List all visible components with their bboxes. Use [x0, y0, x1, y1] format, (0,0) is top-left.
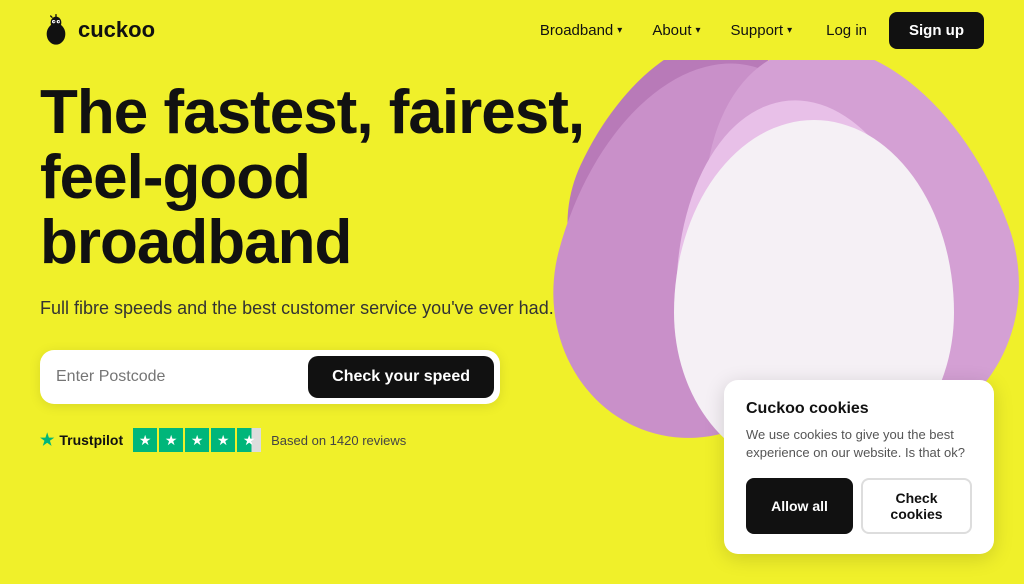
cookie-description: We use cookies to give you the best expe… — [746, 426, 972, 462]
allow-all-button[interactable]: Allow all — [746, 478, 853, 534]
check-speed-button[interactable]: Check your speed — [308, 356, 494, 398]
nav-broadband[interactable]: Broadband ▾ — [528, 14, 634, 47]
hero-title: The fastest, fairest, feel-good broadban… — [40, 80, 600, 275]
nav-about[interactable]: About ▾ — [640, 14, 712, 47]
trustpilot-brand: Trustpilot — [59, 432, 123, 448]
nav-links: Broadband ▾ About ▾ Support ▾ Log in Sig… — [528, 12, 984, 49]
hero-section: The fastest, fairest, feel-good broadban… — [0, 60, 1024, 584]
broadband-chevron-icon: ▾ — [617, 25, 622, 36]
star-5-half: ★ — [237, 428, 261, 452]
star-3: ★ — [185, 428, 209, 452]
trustpilot-review-count: Based on 1420 reviews — [271, 433, 406, 448]
star-4: ★ — [211, 428, 235, 452]
postcode-search-bar: Check your speed — [40, 350, 500, 404]
support-chevron-icon: ▾ — [787, 25, 792, 36]
check-cookies-button[interactable]: Check cookies — [861, 478, 972, 534]
hero-content: The fastest, fairest, feel-good broadban… — [40, 80, 600, 452]
cuckoo-logo-icon — [40, 14, 72, 46]
postcode-input[interactable] — [56, 360, 308, 394]
about-chevron-icon: ▾ — [696, 25, 701, 36]
hero-subtitle: Full fibre speeds and the best customer … — [40, 295, 600, 322]
cookie-banner: Cuckoo cookies We use cookies to give yo… — [724, 380, 994, 554]
signup-button[interactable]: Sign up — [889, 12, 984, 49]
cookie-title: Cuckoo cookies — [746, 400, 972, 418]
navbar: cuckoo Broadband ▾ About ▾ Support ▾ Log… — [0, 0, 1024, 60]
trustpilot-widget: ★ Trustpilot ★ ★ ★ ★ ★ Based on 1420 rev… — [40, 428, 600, 452]
trustpilot-star-icon: ★ — [40, 430, 54, 450]
trustpilot-logo: ★ Trustpilot — [40, 430, 123, 450]
logo[interactable]: cuckoo — [40, 14, 155, 46]
login-button[interactable]: Log in — [810, 14, 883, 47]
trustpilot-stars: ★ ★ ★ ★ ★ — [133, 428, 261, 452]
cookie-actions: Allow all Check cookies — [746, 478, 972, 534]
star-1: ★ — [133, 428, 157, 452]
brand-name: cuckoo — [78, 17, 155, 43]
star-2: ★ — [159, 428, 183, 452]
nav-support[interactable]: Support ▾ — [719, 14, 805, 47]
